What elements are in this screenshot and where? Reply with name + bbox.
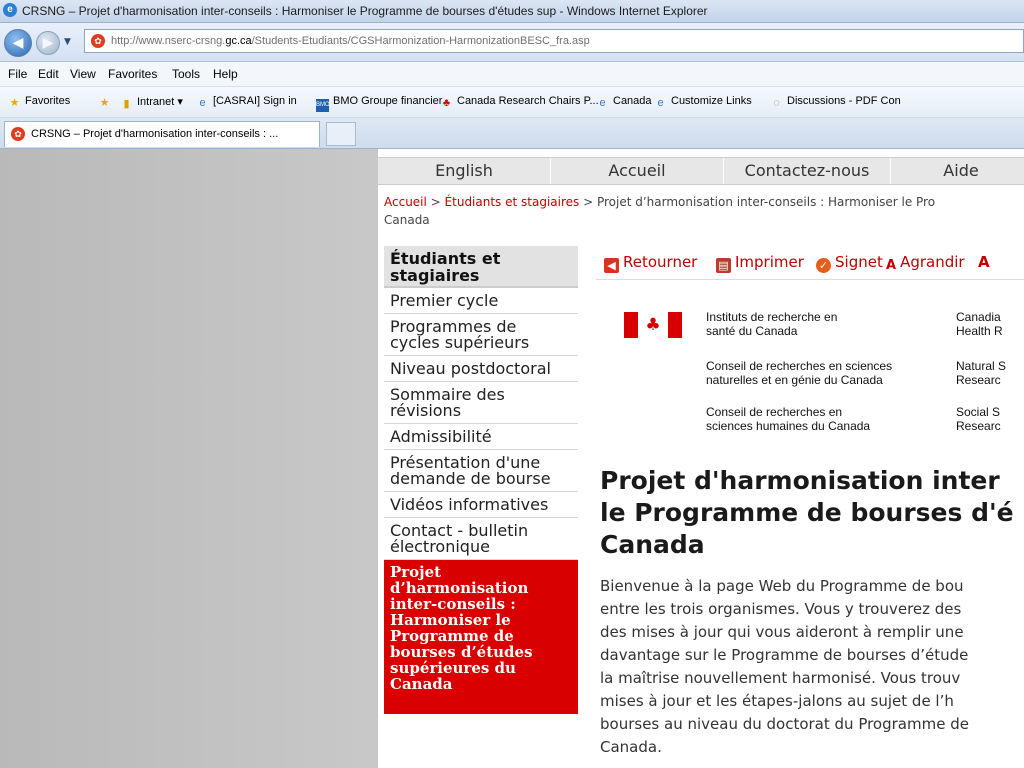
breadcrumb-current-cont: Canada [384, 213, 430, 227]
leftnav-contact-bulletin[interactable]: Contact - bulletin électronique [384, 518, 578, 560]
leftnav-cycles-superieurs[interactable]: Programmes de cycles supérieurs [384, 314, 578, 356]
maple-leaf-icon: ♣ [442, 97, 451, 109]
agency-nserc-fr: Conseil de recherches en sciences naturel… [706, 359, 893, 387]
leftnav-admissibilite[interactable]: Admissibilité [384, 424, 578, 450]
leftnav-heading[interactable]: Étudiants et stagiaires [384, 246, 578, 288]
url-text[interactable]: http://www.nserc-crsng.gc.ca/Students-Et… [111, 35, 590, 47]
text-size-icon[interactable]: A [978, 253, 990, 271]
favorites-bar: ★ Favorites ★ ▮ Intranet ▾ e [CASRAI] Sign … [0, 87, 1024, 118]
menu-favorites[interactable]: Favorites [108, 67, 157, 81]
agency-sshrc-en: Social S Researc [956, 405, 1001, 433]
back-button[interactable]: ◀ [4, 29, 32, 57]
favorite-bmo[interactable]: BMO BMO Groupe financier [316, 95, 442, 112]
retourner-link[interactable]: ◀ Retourner [604, 253, 697, 273]
menu-view[interactable]: View [70, 67, 96, 81]
breadcrumb-etudiants[interactable]: Étudiants et stagiaires [445, 195, 580, 209]
favorite-canada[interactable]: e Canada [596, 95, 651, 110]
bmo-icon: BMO [316, 99, 330, 112]
add-favorite-icon[interactable]: ★ [98, 95, 115, 110]
leftnav-projet-harmonisation-active[interactable]: Projet d’harmonisation inter-conseils : … [384, 560, 578, 714]
breadcrumb-current: Projet d’harmonisation inter-conseils : … [596, 195, 936, 209]
toolbar-divider [596, 279, 1024, 280]
leftnav-presentation-demande[interactable]: Présentation d'une demande de bourse [384, 450, 578, 492]
new-tab-button[interactable] [326, 122, 356, 146]
menu-help[interactable]: Help [213, 67, 238, 81]
window-titlebar: e CRSNG – Projet d'harmonisation inter-c… [0, 0, 1024, 23]
web-page: English Accueil Contactez-nous Aide Accu… [378, 149, 1024, 768]
nav-contactez-nous[interactable]: Contactez-nous [724, 158, 891, 184]
agency-nserc-en: Natural S Researc [956, 359, 1007, 387]
ie-page-icon: e [657, 97, 664, 109]
favorites-button[interactable]: ★ Favorites [8, 95, 71, 110]
favorite-customize-links[interactable]: e Customize Links [654, 95, 751, 110]
ie-page-icon: e [199, 97, 206, 109]
favorite-discussions[interactable]: ◌ Discussions - PDF Con [770, 95, 900, 110]
discussion-icon: ◌ [773, 97, 780, 109]
favorite-research-chairs[interactable]: ♣ Canada Research Chairs P... [440, 95, 599, 110]
back-arrow-icon: ◀ [604, 258, 619, 273]
history-dropdown-icon[interactable]: ▼ [64, 37, 71, 47]
site-favicon-icon: ✿ [11, 127, 25, 141]
signet-link[interactable]: ✓ Signet [816, 253, 883, 273]
breadcrumb: Accueil > Étudiants et stagiaires > Proj… [384, 193, 1024, 229]
nav-aide[interactable]: Aide [891, 158, 1024, 184]
folder-icon: ▮ [123, 98, 130, 110]
agency-sshrc-fr: Conseil de recherches en sciences humaine… [706, 405, 871, 433]
breadcrumb-accueil[interactable]: Accueil [384, 195, 427, 209]
page-viewport: English Accueil Contactez-nous Aide Accu… [0, 149, 1024, 768]
left-navigation: Étudiants et stagiaires Premier cycle Pro… [384, 246, 578, 714]
tab-bar: ✿ CRSNG – Projet d'harmonisation inter-c… [0, 118, 1024, 149]
intro-paragraph: Bienvenue à la page Web du Programme de … [600, 577, 969, 756]
address-toolbar: ◀ ▶ ▼ ✿ http://www.nserc-crsng.gc.ca/Stu… [0, 23, 1024, 62]
page-title: Projet d'harmonisation inter le Programm… [600, 466, 1014, 559]
leftnav-sommaire-revisions[interactable]: Sommaire des révisions [384, 382, 578, 424]
menu-file[interactable]: File [8, 67, 27, 81]
menu-edit[interactable]: Edit [38, 67, 59, 81]
text-enlarge-icon: A [886, 258, 897, 273]
menu-bar: File Edit View Favorites Tools Help [0, 62, 1024, 87]
favorite-intranet[interactable]: ▮ Intranet ▾ [120, 95, 182, 111]
address-field[interactable]: ✿ http://www.nserc-crsng.gc.ca/Students-… [84, 29, 1024, 53]
leftnav-postdoctoral[interactable]: Niveau postdoctoral [384, 356, 578, 382]
ie-page-icon: e [599, 97, 606, 109]
favorite-casrai[interactable]: e [CASRAI] Sign in [196, 95, 296, 110]
menu-tools[interactable]: Tools [172, 67, 200, 81]
site-favicon-icon: ✿ [91, 34, 105, 48]
internet-explorer-icon: e [3, 3, 17, 17]
forward-button[interactable]: ▶ [36, 31, 60, 55]
tab-title: CRSNG – Projet d'harmonisation inter-con… [31, 128, 279, 140]
leftnav-premier-cycle[interactable]: Premier cycle [384, 288, 578, 314]
breadcrumb-separator: > [426, 195, 445, 209]
window-title: CRSNG – Projet d'harmonisation inter-con… [22, 4, 708, 18]
breadcrumb-separator: > [579, 195, 597, 209]
imprimer-link[interactable]: ▤ Imprimer [716, 253, 804, 273]
agency-cihr-fr: Instituts de recherche en santé du Canada [706, 310, 838, 338]
top-navigation: English Accueil Contactez-nous Aide [378, 157, 1024, 185]
agrandir-link[interactable]: A Agrandir [886, 253, 965, 273]
printer-icon: ▤ [716, 258, 731, 273]
canada-flag-icon: ♣ [624, 312, 682, 338]
nav-english[interactable]: English [378, 158, 551, 184]
checkmark-icon: ✓ [816, 258, 831, 273]
browser-tab-active[interactable]: ✿ CRSNG – Projet d'harmonisation inter-c… [4, 121, 320, 147]
agency-cihr-en: Canadia Health R [956, 310, 1003, 338]
nav-accueil[interactable]: Accueil [551, 158, 724, 184]
leftnav-videos[interactable]: Vidéos informatives [384, 492, 578, 518]
star-icon: ★ [9, 97, 20, 109]
